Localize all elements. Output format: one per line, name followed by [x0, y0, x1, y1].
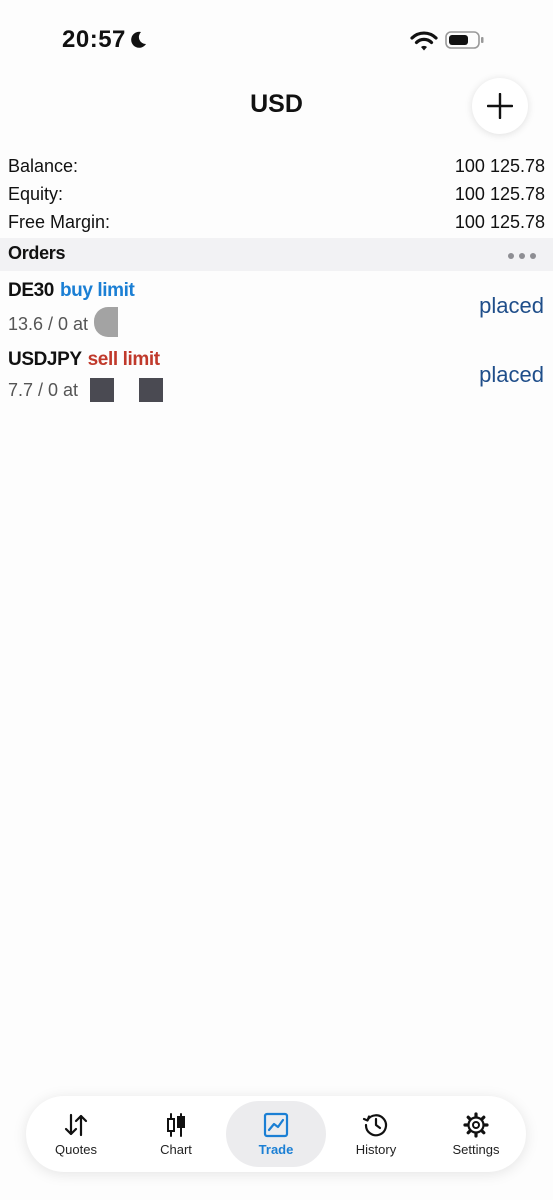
status-time: 20:57 — [62, 26, 126, 53]
order-detail: 13.6 / 0 at — [8, 307, 119, 339]
order-type: buy limit — [59, 280, 135, 301]
balance-row: Balance: 100 125.78 — [8, 152, 545, 180]
nav-header: USD — [0, 70, 553, 140]
battery-icon — [445, 31, 484, 49]
account-summary: Balance: 100 125.78 Equity: 100 125.78 F… — [8, 152, 545, 236]
trade-chart-icon — [263, 1112, 289, 1138]
tab-quotes[interactable]: Quotes — [26, 1101, 126, 1167]
tab-chart[interactable]: Chart — [126, 1101, 226, 1167]
redacted-price — [139, 378, 164, 402]
wifi-icon — [410, 31, 438, 51]
free-margin-value: 100 125.78 — [454, 212, 545, 232]
section-title: Orders — [8, 243, 66, 263]
quotes-arrows-icon — [64, 1113, 88, 1137]
add-order-button[interactable] — [472, 78, 528, 134]
status-bar: 20:57 — [0, 0, 553, 70]
order-symbol: DE30 — [8, 280, 54, 301]
orders-list: DE30 buy limit 13.6 / 0 at placed USDJPY s… — [0, 280, 553, 418]
redacted-price — [90, 378, 115, 402]
order-volume-price: 13.6 / 0 at — [8, 313, 89, 334]
free-margin-label: Free Margin: — [8, 212, 111, 232]
equity-row: Equity: 100 125.78 — [8, 180, 545, 208]
order-symbol: USDJPY — [8, 349, 82, 370]
history-clock-icon — [362, 1114, 388, 1137]
tab-label: Settings — [452, 1142, 500, 1157]
order-detail: 7.7 / 0 at — [8, 378, 164, 402]
page-title: USD — [250, 90, 303, 118]
free-margin-row: Free Margin: 100 125.78 — [8, 208, 545, 236]
redacted-price — [94, 307, 119, 337]
tab-settings[interactable]: Settings — [426, 1101, 526, 1167]
tab-label: History — [355, 1142, 397, 1157]
order-row[interactable]: DE30 buy limit 13.6 / 0 at placed — [0, 280, 553, 349]
tab-label: Chart — [160, 1142, 192, 1157]
tab-label: Trade — [258, 1142, 294, 1157]
order-type: sell limit — [87, 349, 160, 370]
order-row[interactable]: USDJPY sell limit 7.7 / 0 at placed — [0, 349, 553, 418]
balance-value: 100 125.78 — [454, 156, 545, 176]
order-title: DE30 buy limit — [8, 280, 135, 302]
orders-section-header: Orders — [0, 238, 553, 271]
order-status: placed — [479, 293, 544, 318]
order-title: USDJPY sell limit — [8, 349, 160, 371]
tab-trade[interactable]: Trade — [226, 1101, 326, 1167]
gear-icon — [463, 1112, 489, 1138]
tab-label: Quotes — [55, 1142, 97, 1157]
balance-label: Balance: — [8, 156, 79, 176]
equity-label: Equity: — [8, 184, 64, 204]
order-status: placed — [479, 362, 544, 387]
more-dots-icon[interactable] — [508, 253, 536, 259]
order-volume-price: 7.7 / 0 at — [8, 379, 79, 400]
equity-value: 100 125.78 — [454, 184, 545, 204]
tab-history[interactable]: History — [326, 1101, 426, 1167]
tab-bar: Quotes Chart Trade History Settings — [26, 1096, 526, 1172]
candlestick-icon — [167, 1113, 185, 1137]
plus-icon — [487, 93, 513, 119]
moon-icon — [131, 31, 146, 48]
